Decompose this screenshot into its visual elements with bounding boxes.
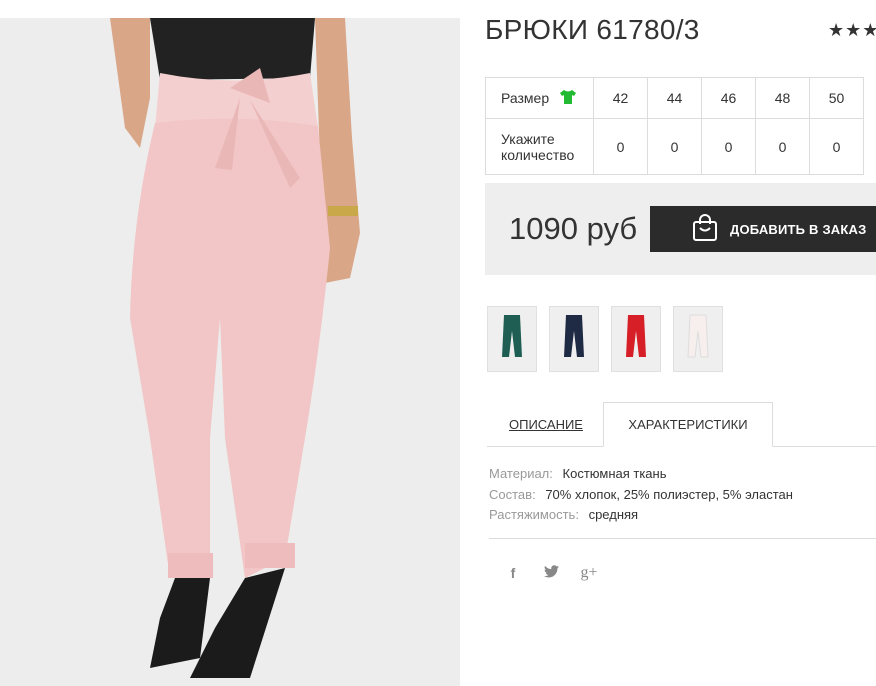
tab-description[interactable]: ОПИСАНИЕ	[487, 402, 605, 446]
size-46: 46	[701, 77, 756, 119]
spec-row: Материал: Костюмная ткань	[489, 464, 793, 485]
color-thumb-red[interactable]	[611, 306, 661, 372]
size-48: 48	[755, 77, 810, 119]
product-title: БРЮКИ 61780/3	[485, 14, 700, 45]
color-thumb-navy[interactable]	[549, 306, 599, 372]
facebook-icon[interactable]: f	[503, 565, 523, 581]
add-to-order-label: ДОБАВИТЬ В ЗАКАЗ	[730, 221, 867, 237]
price: 1090 руб	[509, 211, 638, 246]
size-42: 42	[593, 77, 648, 119]
google-plus-icon[interactable]: g+	[579, 564, 599, 582]
spec-row: Состав: 70% хлопок, 25% полиэстер, 5% эл…	[489, 485, 793, 506]
twitter-icon[interactable]	[541, 565, 561, 581]
product-tabs: ОПИСАНИЕ ХАРАКТЕРИСТИКИ	[487, 402, 876, 447]
spec-key: Материал:	[489, 466, 553, 481]
divider	[489, 538, 876, 539]
shopping-bag-icon	[692, 213, 718, 245]
buy-box: 1090 руб ДОБАВИТЬ В ЗАКАЗ	[485, 183, 876, 275]
size-row: Размер 42 44 46 48 50	[485, 77, 864, 119]
qty-input-50[interactable]: 0	[809, 118, 864, 175]
qty-input-44[interactable]: 0	[647, 118, 702, 175]
social-share: f g+	[503, 564, 599, 582]
size-50: 50	[809, 77, 864, 119]
quantity-row: Укажите количество 0 0 0 0 0	[485, 118, 864, 175]
color-thumb-white[interactable]	[673, 306, 723, 372]
color-thumb-green[interactable]	[487, 306, 537, 372]
add-to-order-button[interactable]: ДОБАВИТЬ В ЗАКАЗ	[650, 206, 876, 252]
spec-key: Растяжимость:	[489, 507, 579, 522]
size-table: Размер 42 44 46 48 50 Укажите количество…	[485, 77, 864, 175]
size-header-cell: Размер	[485, 77, 594, 119]
spec-value: средняя	[588, 507, 639, 522]
qty-input-48[interactable]: 0	[755, 118, 810, 175]
specs-list: Материал: Костюмная ткань Состав: 70% хл…	[489, 464, 793, 526]
tshirt-icon[interactable]	[559, 89, 577, 108]
qty-input-42[interactable]: 0	[593, 118, 648, 175]
product-image[interactable]	[0, 18, 460, 686]
size-label: Размер	[501, 90, 550, 106]
product-illustration	[0, 18, 460, 686]
color-variants	[487, 306, 723, 372]
spec-key: Состав:	[489, 486, 536, 502]
quantity-label: Укажите количество	[485, 118, 594, 175]
size-44: 44	[647, 77, 702, 119]
qty-input-46[interactable]: 0	[701, 118, 756, 175]
spec-value: Костюмная ткань	[562, 466, 667, 481]
spec-row: Растяжимость: средняя	[489, 505, 793, 526]
rating-stars[interactable]: ★★★	[828, 20, 876, 41]
spec-value: 70% хлопок, 25% полиэстер, 5% эластан	[545, 486, 793, 502]
tab-characteristics[interactable]: ХАРАКТЕРИСТИКИ	[603, 402, 773, 447]
